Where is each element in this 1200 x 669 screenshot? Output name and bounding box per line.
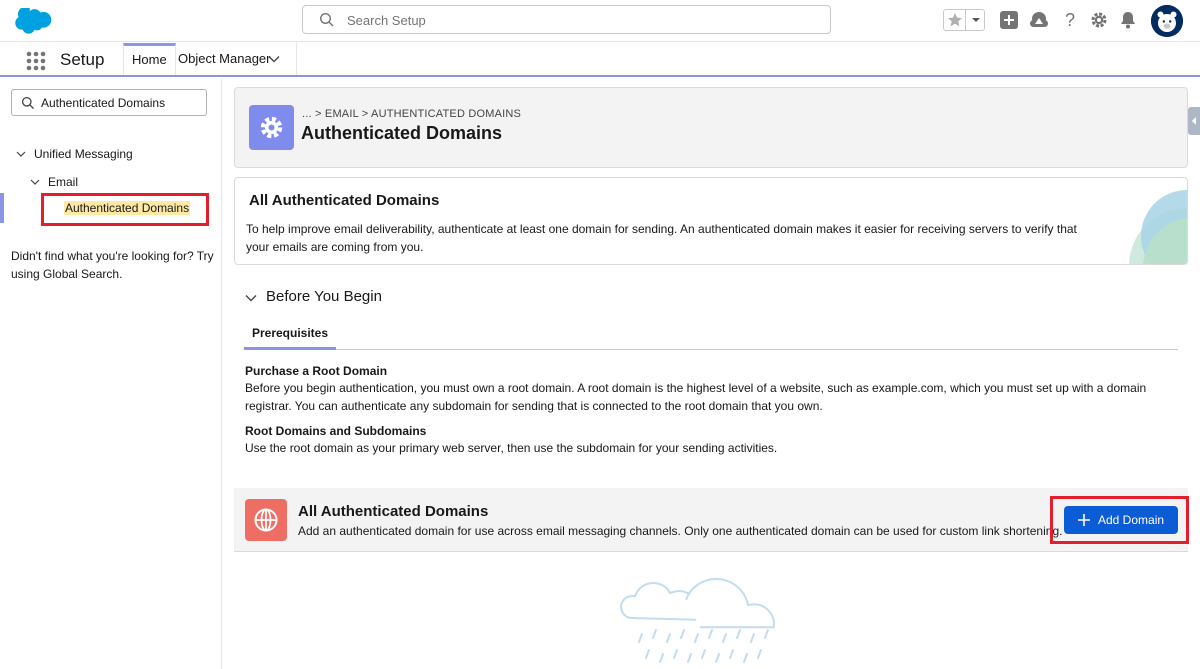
tab-home[interactable]: Home <box>123 43 176 75</box>
svg-text:?: ? <box>1065 10 1075 30</box>
tree-item-label: Unified Messaging <box>34 147 133 161</box>
user-avatar-icon <box>1151 5 1183 37</box>
bell-icon[interactable] <box>1117 9 1139 31</box>
search-icon <box>21 96 34 109</box>
chevron-down-icon[interactable] <box>30 177 40 187</box>
empty-state-rain-cloud-illustration <box>619 577 776 663</box>
salesforce-cloud-logo[interactable] <box>14 8 52 34</box>
setup-search-box[interactable] <box>302 5 831 34</box>
info-card-title: All Authenticated Domains <box>249 192 440 209</box>
info-card-text: To help improve email deliverability, au… <box>246 222 1077 254</box>
chevron-down-icon[interactable] <box>16 149 26 159</box>
favorites-star-icon[interactable] <box>946 11 964 29</box>
globe-icon <box>254 508 278 532</box>
tab-object-manager[interactable]: Object Manager <box>170 43 297 75</box>
chevron-down-icon[interactable] <box>268 53 280 65</box>
context-bar: Setup Home Object Manager <box>0 43 1200 77</box>
favorites-separator <box>965 10 966 30</box>
tree-item-label: Email <box>48 175 79 189</box>
help-icon[interactable]: ? <box>1059 9 1081 31</box>
setup-search-input[interactable] <box>347 10 817 30</box>
list-description: Add an authenticated domain for use acro… <box>298 524 1063 538</box>
panel-toggle-handle[interactable] <box>1188 107 1200 135</box>
breadcrumb[interactable]: ... > EMAIL > AUTHENTICATED DOMAINS <box>302 108 521 120</box>
selected-indicator <box>0 193 4 223</box>
section-heading: Purchase a Root Domain <box>245 364 388 378</box>
favorites-group <box>943 9 985 31</box>
domain-icon-tile <box>245 499 287 541</box>
section-text: Use the root domain as your primary web … <box>245 441 778 455</box>
tree-item-email[interactable]: Email <box>30 175 79 189</box>
setup-sidebar: Unified Messaging Email Authenticated Do… <box>0 79 222 669</box>
chevron-left-icon <box>1192 117 1196 125</box>
page-header: ... > EMAIL > AUTHENTICATED DOMAINS Auth… <box>234 87 1188 168</box>
quick-find-input[interactable] <box>41 94 201 112</box>
section-heading: Root Domains and Subdomains <box>245 424 427 438</box>
list-title: All Authenticated Domains <box>298 503 489 520</box>
gear-icon <box>260 116 283 139</box>
tree-item-label: Authenticated Domains <box>64 201 191 215</box>
global-actions-plus-icon[interactable] <box>998 9 1020 31</box>
chevron-down-icon[interactable] <box>969 11 983 29</box>
add-domain-button[interactable]: Add Domain <box>1064 506 1178 534</box>
global-search-hint: Didn't find what you're looking for? Try… <box>11 249 214 281</box>
tab-prerequisites[interactable]: Prerequisites <box>244 318 336 350</box>
tree-item-unified-messaging[interactable]: Unified Messaging <box>16 147 133 161</box>
chevron-down-icon[interactable] <box>244 291 258 305</box>
tab-object-manager-label: Object Manager <box>178 51 271 66</box>
trailhead-icon[interactable] <box>1028 9 1050 31</box>
decorative-shapes <box>1129 190 1187 264</box>
search-icon <box>319 12 334 27</box>
tab-bar-divider <box>244 349 1178 350</box>
quick-find-box[interactable] <box>11 89 207 116</box>
plus-icon <box>1078 514 1090 526</box>
avatar[interactable] <box>1151 5 1183 37</box>
before-you-begin-toggle[interactable]: Before You Begin <box>266 288 382 305</box>
info-card: All Authenticated Domains To help improv… <box>234 177 1188 265</box>
page-title: Authenticated Domains <box>301 123 503 143</box>
add-domain-label: Add Domain <box>1098 513 1165 527</box>
section-text: Before you begin authentication, you mus… <box>245 381 1147 413</box>
list-view-header: All Authenticated Domains Add an authent… <box>234 488 1188 552</box>
app-launcher-icon[interactable] <box>25 50 47 72</box>
app-name: Setup <box>60 50 105 69</box>
gear-icon[interactable] <box>1088 9 1110 31</box>
setup-page-icon <box>249 105 294 150</box>
global-header: ? <box>0 0 1200 42</box>
tree-item-authenticated-domains[interactable]: Authenticated Domains <box>0 193 222 226</box>
